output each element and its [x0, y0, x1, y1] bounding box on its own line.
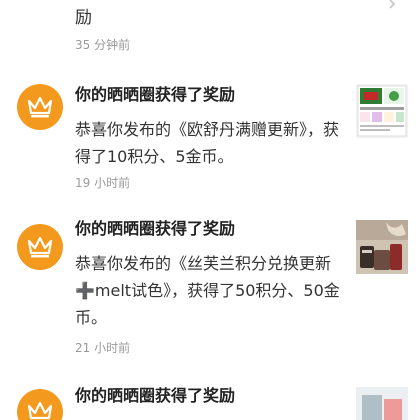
- notification-item[interactable]: 你的晒晒圈获得了奖励: [0, 383, 420, 420]
- crown-icon: [17, 389, 63, 420]
- notification-time: 21 小时前: [75, 341, 131, 355]
- notification-title: 你的晒晒圈获得了奖励: [75, 386, 236, 405]
- notification-body: 励: [75, 8, 92, 28]
- notification-item[interactable]: 你的晒晒圈获得了奖励 恭喜你发布的《欧舒丹满赠更新》，获得了10积分、5金币。 …: [0, 76, 420, 194]
- notification-body: 恭喜你发布的《丝芙兰积分兑换更新➕melt试色》，获得了50积分、50金币。: [75, 254, 340, 327]
- chevron-right-icon: [389, 0, 396, 9]
- post-thumbnail[interactable]: [356, 220, 408, 274]
- crown-icon: [17, 84, 63, 130]
- notification-title: 你的晒晒圈获得了奖励: [75, 219, 236, 238]
- crown-icon: [17, 224, 63, 270]
- notification-item-partial[interactable]: 励 35 分钟前: [0, 0, 420, 58]
- post-thumbnail[interactable]: [356, 84, 408, 138]
- notification-time: 19 小时前: [75, 176, 131, 190]
- post-thumbnail[interactable]: [356, 387, 408, 420]
- notification-title: 你的晒晒圈获得了奖励: [75, 85, 236, 104]
- notification-item[interactable]: 你的晒晒圈获得了奖励 恭喜你发布的《丝芙兰积分兑换更新➕melt试色》，获得了5…: [0, 218, 420, 368]
- notification-list: 励 35 分钟前 你的晒晒圈获得了奖励 恭喜你发布的《欧舒丹满赠更新》，获得了1…: [0, 0, 420, 420]
- notification-body: 恭喜你发布的《欧舒丹满赠更新》，获得了10积分、5金币。: [75, 120, 340, 166]
- notification-time: 35 分钟前: [75, 38, 131, 52]
